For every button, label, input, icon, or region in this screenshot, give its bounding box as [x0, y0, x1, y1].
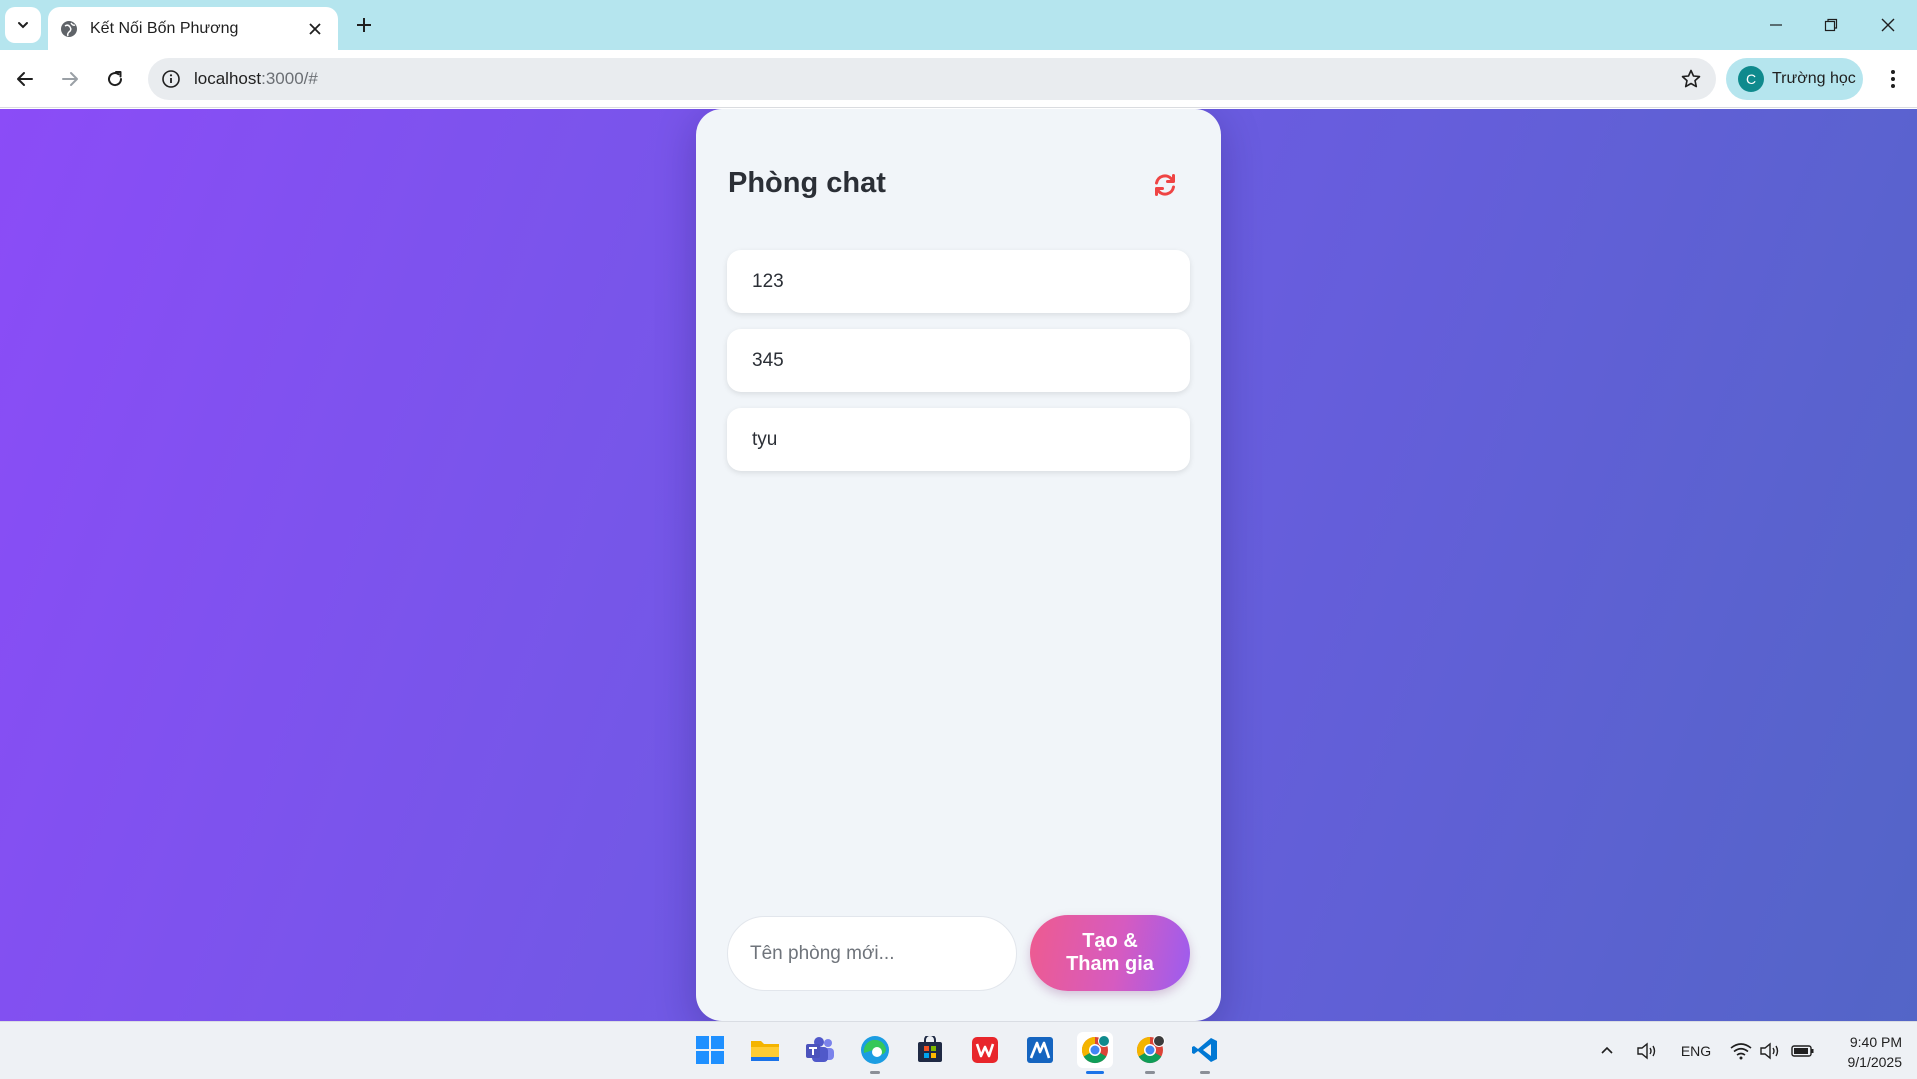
restore-button[interactable]: [1816, 10, 1846, 40]
taskbar-chrome-profile[interactable]: [1077, 1032, 1113, 1074]
chrome-icon: [1081, 1035, 1110, 1064]
page-viewport: Phòng chat 123 345 tyu Tạo &Tham gia: [0, 109, 1917, 1021]
profile-button[interactable]: C Trường học: [1726, 58, 1863, 100]
arrow-left-icon: [17, 72, 33, 86]
taskbar-start-button[interactable]: [692, 1032, 728, 1068]
folder-icon: [751, 1041, 779, 1061]
tray-volume[interactable]: [1758, 1038, 1782, 1064]
taskbar-file-explorer[interactable]: [747, 1032, 783, 1068]
close-window-button[interactable]: [1873, 10, 1903, 40]
refresh-icon: [1155, 174, 1175, 196]
chrome-icon: [1136, 1035, 1165, 1064]
taskbar-chrome[interactable]: [1132, 1032, 1168, 1074]
room-list: 123 345 tyu: [727, 250, 1190, 487]
chevron-up-icon: [1601, 1046, 1613, 1054]
reload-button[interactable]: [100, 64, 130, 94]
taskbar-app-m[interactable]: [1022, 1032, 1058, 1068]
tray-overflow-button[interactable]: [1597, 1038, 1617, 1064]
browser-tab-strip: Kết Nối Bốn Phương: [0, 0, 1917, 50]
teams-icon: [806, 1037, 834, 1062]
chat-room-panel: Phòng chat 123 345 tyu Tạo &Tham gia: [696, 109, 1221, 1021]
page-title: Phòng chat: [728, 167, 886, 199]
taskbar-edge[interactable]: [857, 1032, 893, 1074]
browser-toolbar: localhost:3000/# C Trường học: [0, 50, 1917, 108]
room-item[interactable]: 123: [727, 250, 1190, 313]
new-tab-button[interactable]: [350, 11, 378, 39]
back-button[interactable]: [10, 64, 40, 94]
url-host: localhost: [194, 69, 262, 88]
chevron-down-icon: [18, 22, 28, 29]
create-button-line2: Tham gia: [1066, 953, 1154, 975]
room-item[interactable]: 345: [727, 329, 1190, 392]
forward-button[interactable]: [55, 64, 85, 94]
site-info-icon[interactable]: [160, 68, 182, 90]
tray-wifi[interactable]: [1729, 1038, 1753, 1064]
taskbar-store[interactable]: [912, 1032, 948, 1068]
taskbar-vscode[interactable]: [1187, 1032, 1223, 1074]
tray-language[interactable]: ENG: [1678, 1038, 1714, 1064]
close-icon: [309, 22, 321, 35]
running-indicator: [870, 1071, 880, 1074]
tray-speaker-button[interactable]: [1634, 1038, 1660, 1064]
taskbar-clock[interactable]: 9:40 PM 9/1/2025: [1822, 1032, 1903, 1072]
bookmark-star-icon[interactable]: [1680, 68, 1702, 90]
plus-icon: [357, 18, 371, 32]
app-m-icon: [1027, 1037, 1053, 1063]
create-button-line1: Tạo &: [1082, 930, 1138, 952]
create-join-button[interactable]: Tạo & Tham gia: [1030, 915, 1190, 991]
wifi-icon: [1730, 1043, 1752, 1060]
more-vertical-icon: [1891, 70, 1895, 88]
vscode-icon: [1192, 1038, 1217, 1062]
clock-date: 9/1/2025: [1847, 1054, 1903, 1070]
taskbar-wps[interactable]: [967, 1032, 1003, 1068]
address-bar[interactable]: localhost:3000/#: [148, 58, 1716, 100]
language-indicator: ENG: [1680, 1043, 1712, 1059]
reload-icon: [108, 71, 123, 87]
tab-search-button[interactable]: [5, 7, 41, 43]
taskbar-teams[interactable]: [802, 1032, 838, 1068]
tab-close-button[interactable]: [304, 18, 326, 40]
running-indicator: [1200, 1071, 1210, 1074]
running-indicator: [1086, 1071, 1104, 1074]
avatar: C: [1738, 66, 1764, 92]
close-icon: [1881, 18, 1895, 32]
minimize-button[interactable]: [1761, 10, 1791, 40]
store-icon: [918, 1036, 942, 1062]
arrow-right-icon: [62, 72, 78, 86]
tab-title: Kết Nối Bốn Phương: [90, 19, 239, 37]
tray-battery[interactable]: [1790, 1038, 1816, 1064]
clock-time: 9:40 PM: [1849, 1034, 1902, 1050]
wps-office-icon: [972, 1037, 998, 1063]
speaker-icon: [1637, 1042, 1656, 1060]
globe-icon: [60, 20, 78, 38]
url-path: :3000/#: [261, 69, 318, 88]
new-room-input[interactable]: [727, 916, 1017, 991]
windows-logo-icon: [696, 1036, 724, 1064]
minimize-icon: [1770, 24, 1782, 26]
taskbar: ENG 9:40 PM 9/1/2025: [0, 1021, 1917, 1079]
volume-icon: [1760, 1042, 1779, 1060]
room-item[interactable]: tyu: [727, 408, 1190, 471]
refresh-button[interactable]: [1151, 171, 1179, 199]
browser-menu-button[interactable]: [1878, 64, 1908, 94]
restore-icon: [1824, 18, 1838, 32]
edge-icon: [861, 1036, 889, 1064]
battery-icon: [1791, 1045, 1814, 1057]
profile-name: Trường học: [1772, 70, 1856, 87]
browser-tab-active[interactable]: Kết Nối Bốn Phương: [48, 7, 338, 50]
running-indicator: [1145, 1071, 1155, 1074]
